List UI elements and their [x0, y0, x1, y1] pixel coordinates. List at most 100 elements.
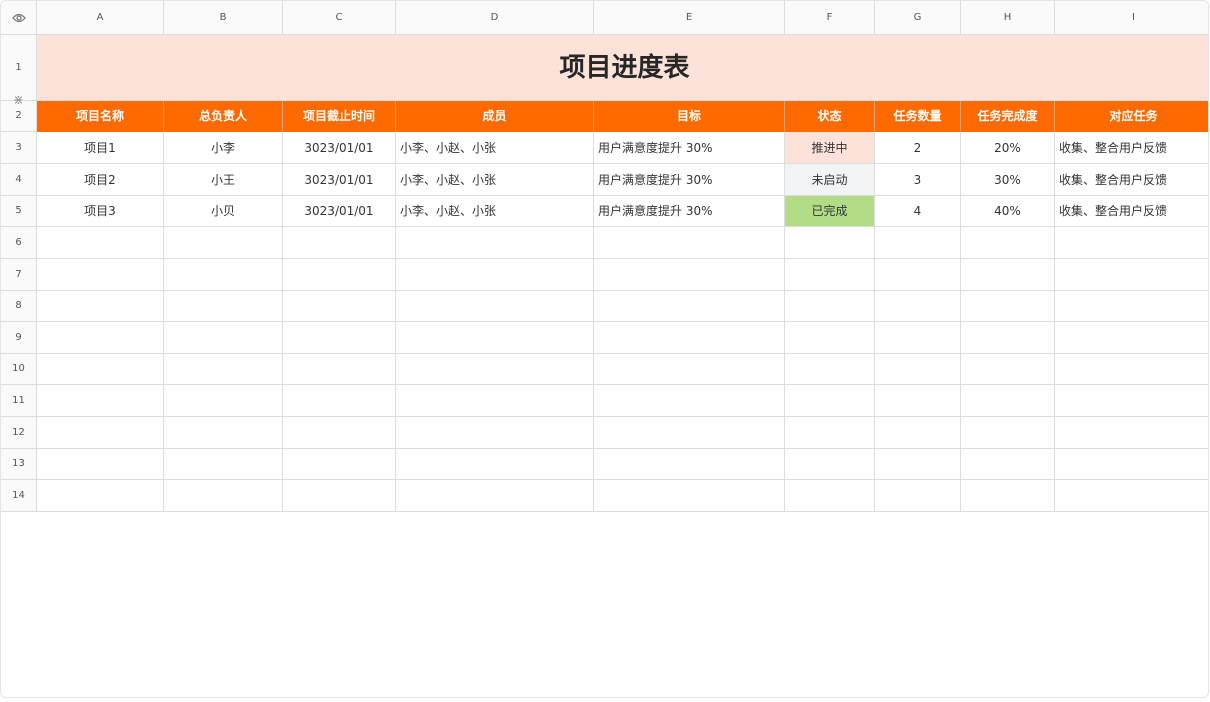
empty-cell[interactable] — [37, 227, 164, 259]
empty-cell[interactable] — [785, 449, 875, 480]
empty-cell[interactable] — [785, 417, 875, 449]
row-header-13[interactable]: 13 — [1, 449, 37, 480]
row-header-12[interactable]: 12 — [1, 417, 37, 449]
header-cell-b[interactable]: 总负责人 — [164, 101, 283, 132]
empty-cell[interactable] — [961, 354, 1055, 385]
empty-cell[interactable] — [961, 417, 1055, 449]
empty-cell[interactable] — [283, 227, 396, 259]
empty-cell[interactable] — [875, 291, 961, 322]
data-cell[interactable]: 3023/01/01 — [283, 132, 396, 164]
row-header-8[interactable]: 8 — [1, 291, 37, 322]
row-header-9[interactable]: 9 — [1, 322, 37, 354]
empty-cell[interactable] — [164, 259, 283, 291]
empty-cell[interactable] — [283, 322, 396, 354]
data-cell[interactable]: 项目3 — [37, 196, 164, 227]
empty-cell[interactable] — [1055, 354, 1208, 385]
empty-cell[interactable] — [594, 227, 785, 259]
empty-cell[interactable] — [283, 291, 396, 322]
header-cell-f[interactable]: 状态 — [785, 101, 875, 132]
empty-cell[interactable] — [283, 259, 396, 291]
row-header-10[interactable]: 10 — [1, 354, 37, 385]
data-cell[interactable]: 小李 — [164, 132, 283, 164]
data-cell[interactable]: 3023/01/01 — [283, 196, 396, 227]
data-cell[interactable]: 20% — [961, 132, 1055, 164]
data-cell[interactable]: 推进中 — [785, 132, 875, 164]
empty-cell[interactable] — [1055, 449, 1208, 480]
empty-cell[interactable] — [785, 385, 875, 417]
empty-cell[interactable] — [961, 227, 1055, 259]
header-cell-c[interactable]: 项目截止时间 — [283, 101, 396, 132]
empty-cell[interactable] — [961, 385, 1055, 417]
empty-cell[interactable] — [875, 480, 961, 512]
data-cell[interactable]: 小李、小赵、小张 — [396, 196, 594, 227]
empty-cell[interactable] — [1055, 417, 1208, 449]
row-header-4[interactable]: 4 — [1, 164, 37, 196]
empty-cell[interactable] — [396, 385, 594, 417]
header-cell-g[interactable]: 任务数量 — [875, 101, 961, 132]
empty-cell[interactable] — [396, 354, 594, 385]
column-header-g[interactable]: G — [875, 1, 961, 35]
empty-cell[interactable] — [785, 259, 875, 291]
row-header-11[interactable]: 11 — [1, 385, 37, 417]
data-cell[interactable]: 小李、小赵、小张 — [396, 132, 594, 164]
column-header-c[interactable]: C — [283, 1, 396, 35]
header-cell-e[interactable]: 目标 — [594, 101, 785, 132]
data-cell[interactable]: 小贝 — [164, 196, 283, 227]
empty-cell[interactable] — [875, 322, 961, 354]
data-cell[interactable]: 小李、小赵、小张 — [396, 164, 594, 196]
data-cell[interactable]: 项目1 — [37, 132, 164, 164]
empty-cell[interactable] — [594, 417, 785, 449]
row-header-7[interactable]: 7 — [1, 259, 37, 291]
empty-cell[interactable] — [875, 417, 961, 449]
empty-cell[interactable] — [961, 449, 1055, 480]
column-header-a[interactable]: A — [37, 1, 164, 35]
data-cell[interactable]: 收集、整合用户反馈 — [1055, 132, 1208, 164]
header-cell-i[interactable]: 对应任务 — [1055, 101, 1208, 132]
select-all-corner[interactable] — [1, 1, 37, 35]
empty-cell[interactable] — [164, 322, 283, 354]
column-header-h[interactable]: H — [961, 1, 1055, 35]
empty-cell[interactable] — [396, 480, 594, 512]
column-header-i[interactable]: I — [1055, 1, 1208, 35]
empty-cell[interactable] — [37, 449, 164, 480]
empty-cell[interactable] — [961, 291, 1055, 322]
empty-cell[interactable] — [1055, 291, 1208, 322]
data-cell[interactable]: 40% — [961, 196, 1055, 227]
empty-cell[interactable] — [396, 259, 594, 291]
header-cell-h[interactable]: 任务完成度 — [961, 101, 1055, 132]
empty-cell[interactable] — [396, 417, 594, 449]
column-header-f[interactable]: F — [785, 1, 875, 35]
empty-cell[interactable] — [283, 385, 396, 417]
empty-cell[interactable] — [594, 354, 785, 385]
empty-cell[interactable] — [37, 385, 164, 417]
row-header-3[interactable]: 3 — [1, 132, 37, 164]
header-cell-a[interactable]: 项目名称 — [37, 101, 164, 132]
empty-cell[interactable] — [283, 480, 396, 512]
empty-cell[interactable] — [396, 322, 594, 354]
empty-cell[interactable] — [1055, 227, 1208, 259]
empty-cell[interactable] — [1055, 385, 1208, 417]
data-cell[interactable]: 收集、整合用户反馈 — [1055, 164, 1208, 196]
data-cell[interactable]: 用户满意度提升 30% — [594, 132, 785, 164]
empty-cell[interactable] — [594, 449, 785, 480]
empty-cell[interactable] — [396, 291, 594, 322]
data-cell[interactable]: 用户满意度提升 30% — [594, 164, 785, 196]
empty-cell[interactable] — [396, 227, 594, 259]
empty-cell[interactable] — [283, 354, 396, 385]
data-cell[interactable]: 小王 — [164, 164, 283, 196]
empty-cell[interactable] — [875, 385, 961, 417]
empty-cell[interactable] — [164, 385, 283, 417]
empty-cell[interactable] — [594, 322, 785, 354]
empty-cell[interactable] — [594, 480, 785, 512]
data-cell[interactable]: 30% — [961, 164, 1055, 196]
data-cell[interactable]: 2 — [875, 132, 961, 164]
column-header-d[interactable]: D — [396, 1, 594, 35]
empty-cell[interactable] — [1055, 480, 1208, 512]
empty-cell[interactable] — [164, 480, 283, 512]
column-header-b[interactable]: B — [164, 1, 283, 35]
data-cell[interactable]: 3 — [875, 164, 961, 196]
empty-cell[interactable] — [37, 322, 164, 354]
empty-cell[interactable] — [37, 417, 164, 449]
data-cell[interactable]: 4 — [875, 196, 961, 227]
data-cell[interactable]: 项目2 — [37, 164, 164, 196]
